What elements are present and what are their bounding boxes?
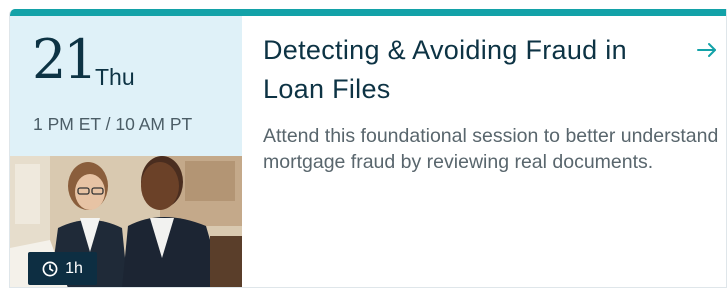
event-day-of-week: Thu xyxy=(95,64,135,90)
event-time: 1 PM ET / 10 AM PT xyxy=(33,114,193,134)
event-date-number: 21 xyxy=(32,28,98,91)
date-panel: 21 Thu 1 PM ET / 10 AM PT 1h xyxy=(10,16,242,287)
card-accent-bar xyxy=(10,9,726,16)
arrow-right-icon[interactable] xyxy=(697,42,717,58)
duration-label: 1h xyxy=(65,259,83,277)
event-card[interactable]: 21 Thu 1 PM ET / 10 AM PT 1h Detecting &… xyxy=(9,9,727,288)
event-description: Attend this foundational session to bett… xyxy=(263,125,719,173)
clock-icon xyxy=(42,261,58,277)
duration-badge: 1h xyxy=(28,252,97,285)
event-title-link[interactable]: Detecting & Avoiding Fraud in Loan Files xyxy=(263,31,693,109)
